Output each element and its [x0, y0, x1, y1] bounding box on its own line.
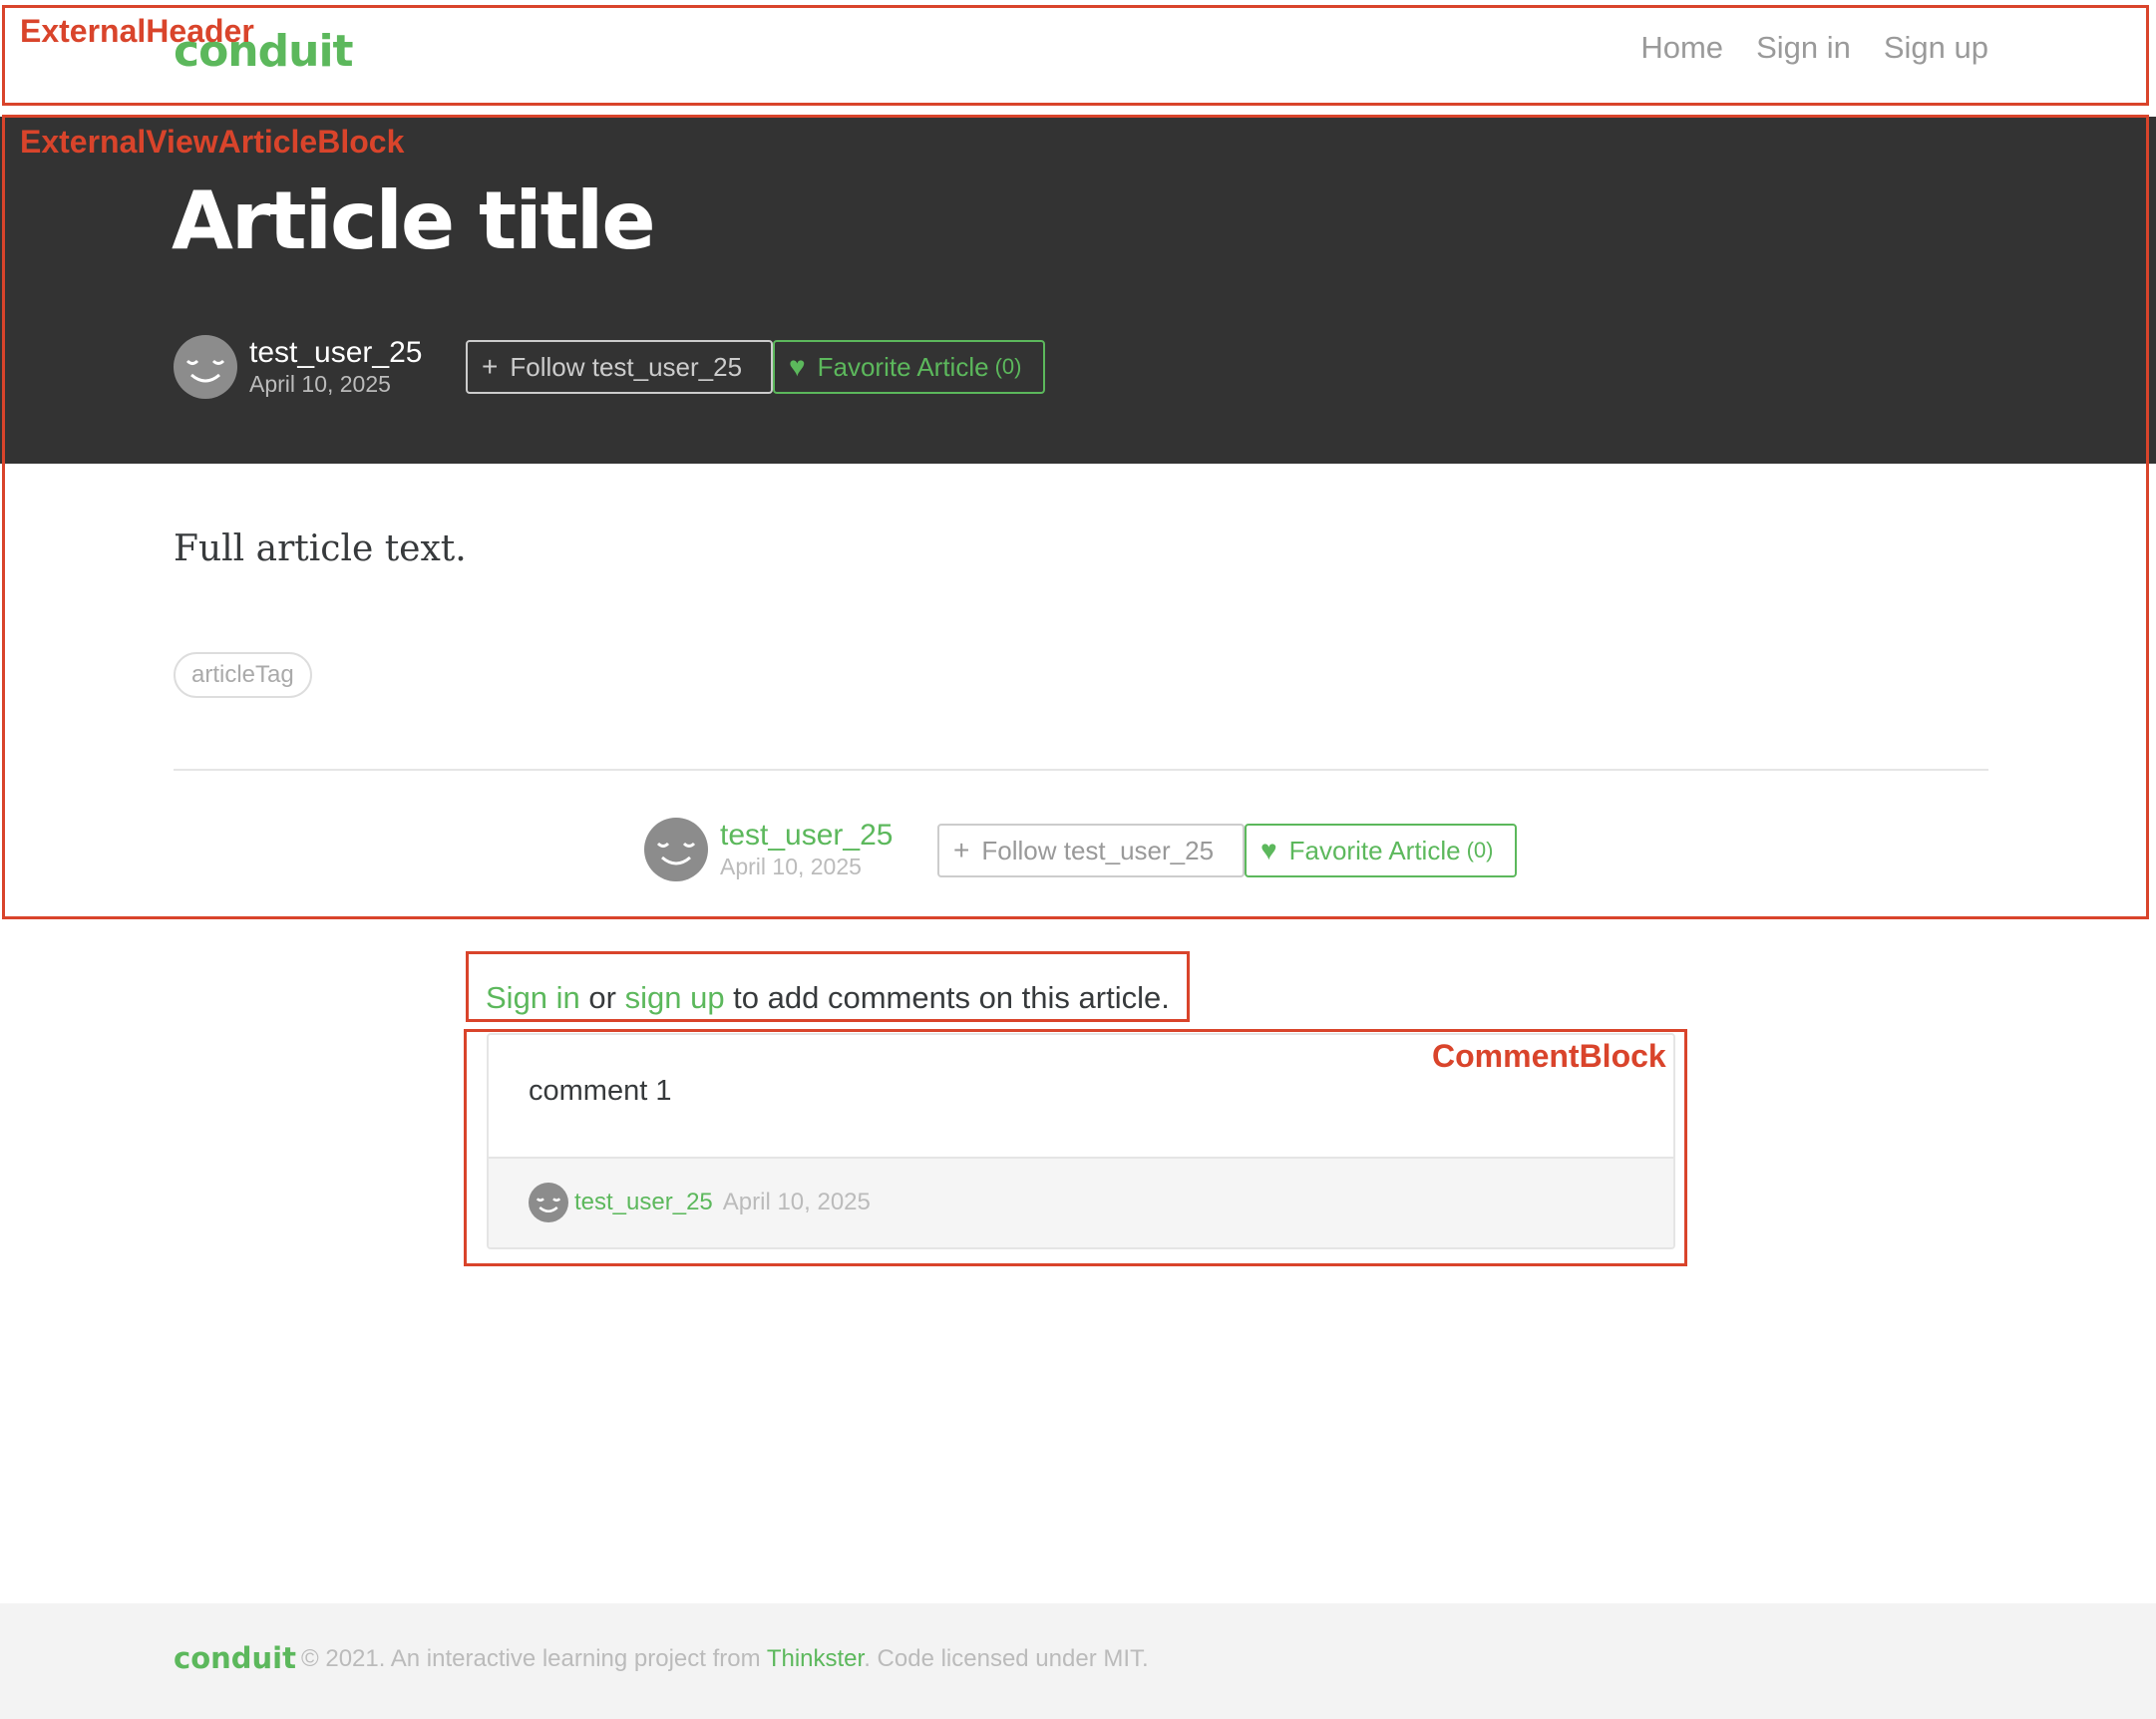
- follow-label: Follow test_user_25: [510, 351, 743, 382]
- sign-up-link[interactable]: sign up: [625, 980, 725, 1015]
- article-date: April 10, 2025: [720, 854, 862, 879]
- avatar[interactable]: [174, 335, 237, 399]
- favorite-count: (0): [994, 354, 1022, 379]
- comment-auth-prompt: Sign in or sign up to add comments on th…: [486, 980, 1170, 1016]
- heart-icon: ♥: [1260, 835, 1277, 865]
- prompt-or: or: [579, 980, 625, 1015]
- nav-sign-in-link[interactable]: Sign in: [1756, 30, 1851, 66]
- comment-block-annotation-label: CommentBlock: [1432, 1038, 1666, 1074]
- footer-logo[interactable]: conduit: [174, 1641, 296, 1675]
- article-title: Article title: [172, 174, 656, 267]
- article-date: April 10, 2025: [249, 371, 391, 397]
- footer-text-after: . Code licensed under MIT.: [864, 1645, 1149, 1672]
- article-block-annotation-label: ExternalViewArticleBlock: [20, 124, 405, 160]
- smiley-avatar-icon: [536, 1198, 561, 1212]
- sign-in-link[interactable]: Sign in: [486, 980, 580, 1015]
- footer-text-before: © 2021. An interactive learning project …: [301, 1645, 767, 1672]
- heart-icon: ♥: [789, 351, 806, 382]
- comment-footer: test_user_25 April 10, 2025: [489, 1157, 1673, 1247]
- page-footer: conduit © 2021. An interactive learning …: [0, 1603, 2156, 1719]
- article-meta-bottom: test_user_25 April 10, 2025: [644, 818, 893, 881]
- favorite-label: Favorite Article: [1288, 835, 1461, 865]
- prompt-rest: to add comments on this article.: [724, 980, 1170, 1015]
- article-meta-top: test_user_25 April 10, 2025: [174, 335, 422, 399]
- avatar[interactable]: [644, 818, 708, 881]
- favorite-count: (0): [1466, 838, 1494, 862]
- article-tag: articleTag: [174, 652, 312, 698]
- comment-text: comment 1: [529, 1075, 672, 1107]
- favorite-article-button[interactable]: ♥ Favorite Article (0): [1245, 824, 1517, 877]
- comment-author-link[interactable]: test_user_25: [574, 1189, 713, 1216]
- top-nav: Home Sign in Sign up: [1640, 30, 1988, 66]
- follow-author-button[interactable]: + Follow test_user_25: [937, 824, 1245, 877]
- thinkster-link[interactable]: Thinkster: [767, 1645, 864, 1672]
- comment-date: April 10, 2025: [722, 1189, 871, 1215]
- comment-avatar[interactable]: [529, 1183, 568, 1222]
- author-info: test_user_25 April 10, 2025: [249, 336, 422, 398]
- plus-icon: +: [953, 835, 970, 865]
- author-name-link[interactable]: test_user_25: [720, 819, 893, 853]
- favorite-label: Favorite Article: [817, 351, 989, 382]
- plus-icon: +: [482, 351, 499, 382]
- article-body: Full article text.: [174, 528, 467, 569]
- comment-meta: test_user_25 April 10, 2025: [529, 1183, 871, 1222]
- author-info: test_user_25 April 10, 2025: [720, 819, 893, 880]
- article-banner: [0, 117, 2156, 464]
- smiley-avatar-icon: [656, 842, 696, 865]
- nav-home-link[interactable]: Home: [1640, 30, 1723, 66]
- divider: [174, 769, 1988, 771]
- smiley-avatar-icon: [185, 359, 225, 383]
- author-name-link[interactable]: test_user_25: [249, 336, 422, 370]
- favorite-article-button[interactable]: ♥ Favorite Article (0): [773, 340, 1045, 394]
- header-annotation-label: ExternalHeader: [20, 13, 254, 49]
- follow-author-button[interactable]: + Follow test_user_25: [466, 340, 773, 394]
- follow-label: Follow test_user_25: [981, 835, 1215, 865]
- footer-attribution: © 2021. An interactive learning project …: [301, 1645, 1149, 1673]
- nav-sign-up-link[interactable]: Sign up: [1884, 30, 1988, 66]
